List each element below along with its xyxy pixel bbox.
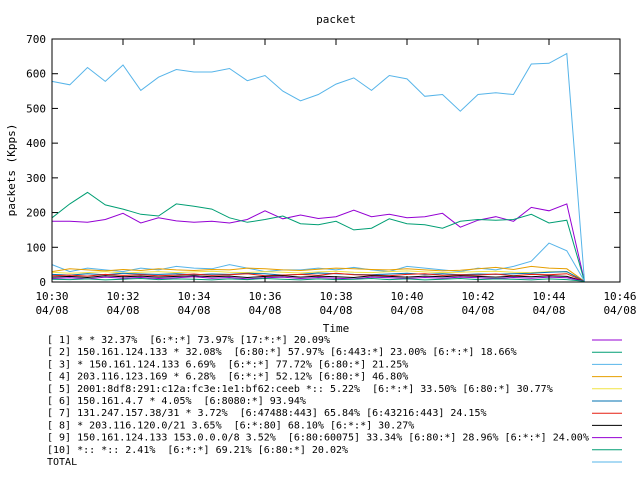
y-tick-label: 200 <box>26 207 46 220</box>
plot-frame <box>51 38 621 283</box>
legend-label-1: [ 1] * * 32.37% [6:*:*] 73.97% [17:*:*] … <box>47 335 330 346</box>
x-tick-label-date: 04/08 <box>319 304 352 317</box>
legend-label-5: [ 5] 2001:8df8:291:c12a:fc3e:1e1:bf62:ce… <box>47 384 553 395</box>
x-tick-label-time: 10:42 <box>461 290 494 303</box>
x-axis-title: Time <box>323 322 350 335</box>
y-tick-label: 600 <box>26 68 46 81</box>
x-tick-label-time: 10:38 <box>319 290 352 303</box>
legend-label-2: [ 2] 150.161.124.133 * 32.08% [6:80:*] 5… <box>47 347 517 358</box>
chart-title: packet <box>316 13 356 26</box>
x-tick-label-date: 04/08 <box>106 304 139 317</box>
legend-label-3: [ 3] * 150.161.124.133 6.69% [6:*:*] 77.… <box>47 359 408 370</box>
series-line-10 <box>51 277 585 282</box>
x-tick-label-date: 04/08 <box>177 304 210 317</box>
chart: packet 010020030040050060070010:3004/081… <box>5 13 637 468</box>
x-tick-label-date: 04/08 <box>603 304 636 317</box>
legend-label-7: [ 7] 131.247.157.38/31 * 3.72% [6:47488:… <box>47 408 487 419</box>
y-tick-label: 100 <box>26 241 46 254</box>
y-tick-label: 500 <box>26 102 46 115</box>
legend-label-11: TOTAL <box>47 457 77 468</box>
x-tick-label-date: 04/08 <box>248 304 281 317</box>
legend-label-8: [ 8] * 203.116.120.0/21 3.65% [6:*:80] 6… <box>47 420 414 431</box>
legend: [ 1] * * 32.37% [6:*:*] 73.97% [17:*:*] … <box>47 335 622 468</box>
legend-label-10: [10] *:: *:: 2.41% [6:*:*] 69.21% [6:80:… <box>47 445 348 456</box>
y-tick-label: 0 <box>39 276 46 289</box>
x-tick-label-time: 10:46 <box>603 290 636 303</box>
legend-label-6: [ 6] 150.161.4.7 * 4.05% [6:8080:*] 93.9… <box>47 396 306 407</box>
x-tick-label-time: 10:44 <box>532 290 565 303</box>
plot-area <box>51 52 585 282</box>
y-axis-title: packets (Kpps) <box>5 124 18 217</box>
x-tick-label-date: 04/08 <box>461 304 494 317</box>
series-line-11 <box>51 52 585 282</box>
x-tick-label-time: 10:36 <box>248 290 281 303</box>
x-tick-label-time: 10:32 <box>106 290 139 303</box>
y-tick-label: 700 <box>26 33 46 46</box>
x-tick-label-date: 04/08 <box>390 304 423 317</box>
y-tick-label: 400 <box>26 137 46 150</box>
y-tick-label: 300 <box>26 172 46 185</box>
legend-label-4: [ 4] 203.116.123.169 * 6.28% [6:*:*] 52.… <box>47 372 408 383</box>
x-tick-label-time: 10:34 <box>177 290 210 303</box>
legend-label-9: [ 9] 150.161.124.133 153.0.0.0/8 3.52% [… <box>47 433 589 444</box>
x-tick-label-date: 04/08 <box>532 304 565 317</box>
x-tick-label-time: 10:40 <box>390 290 423 303</box>
x-tick-label-time: 10:30 <box>35 290 68 303</box>
x-tick-label-date: 04/08 <box>35 304 68 317</box>
